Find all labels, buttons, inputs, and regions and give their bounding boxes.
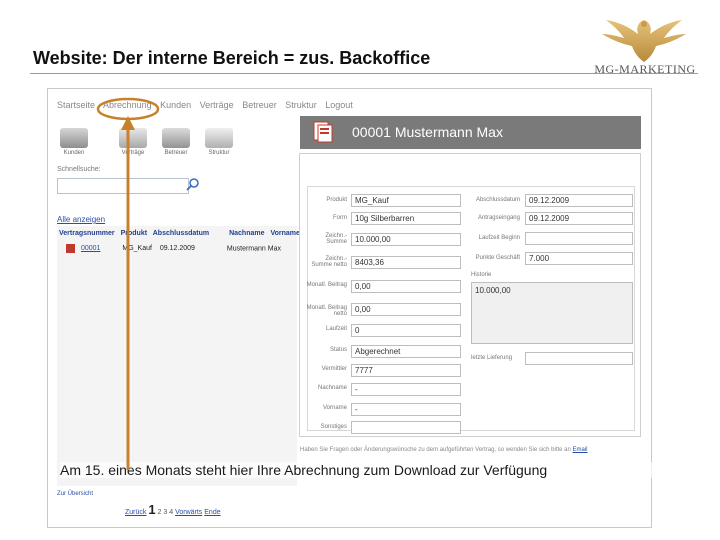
field-label: Monatl. Beitrag netto bbox=[306, 305, 347, 317]
toolbar-kunden-button[interactable]: Kunden bbox=[55, 128, 93, 158]
pager-next[interactable]: Vorwärts bbox=[175, 509, 202, 516]
nav-vertraege[interactable]: Verträge bbox=[200, 100, 234, 110]
field-value: 0,00 bbox=[351, 280, 461, 293]
nav-logout[interactable]: Logout bbox=[325, 100, 353, 110]
nav-struktur[interactable]: Struktur bbox=[285, 100, 317, 110]
field-label: Laufzeit bbox=[325, 326, 347, 332]
email-link[interactable]: Email bbox=[573, 447, 588, 453]
col-vorname[interactable]: Vorname bbox=[270, 230, 299, 237]
search-label: Schnellsuche: bbox=[57, 166, 101, 173]
field-value: - bbox=[351, 403, 461, 416]
field-label: Monatl. Beitrag bbox=[306, 282, 347, 288]
pager-pages[interactable]: 2 3 4 bbox=[158, 509, 174, 516]
pdf-icon bbox=[66, 244, 75, 253]
field-label: Nachname bbox=[317, 385, 347, 391]
show-all-link[interactable]: Alle anzeigen bbox=[57, 215, 105, 224]
toolbar-struktur-button[interactable]: Struktur bbox=[200, 128, 238, 158]
field-value bbox=[525, 232, 633, 245]
nav-startseite[interactable]: Startseite bbox=[57, 100, 95, 110]
field-value: MG_Kauf bbox=[351, 194, 461, 207]
slide-caption: Am 15. eines Monats steht hier Ihre Abre… bbox=[60, 462, 660, 478]
field-value: - bbox=[351, 383, 461, 396]
col-produkt[interactable]: Produkt bbox=[121, 230, 147, 237]
slide-title: Website: Der interne Bereich = zus. Back… bbox=[33, 48, 431, 68]
pagination: Zurück 1 2 3 4 Vorwärts Ende bbox=[125, 502, 221, 517]
field-value: 0,00 bbox=[351, 303, 461, 316]
field-value: 09.12.2009 bbox=[525, 212, 633, 225]
field-label: Antragseingang bbox=[477, 215, 520, 221]
field-label: Status bbox=[329, 347, 347, 353]
contract-date: 09.12.2009 bbox=[159, 245, 195, 253]
history-label: Historie bbox=[471, 272, 492, 278]
detail-title: 00001 Mustermann Max bbox=[352, 124, 503, 140]
field-label: Produkt bbox=[326, 197, 347, 203]
history-box: 10.000,00 bbox=[471, 282, 633, 344]
field-label: Vermittler bbox=[321, 366, 347, 372]
nav-betreuer[interactable]: Betreuer bbox=[242, 100, 277, 110]
col-nachname[interactable]: Nachname bbox=[229, 230, 264, 237]
delivery-label: letzte Lieferung bbox=[471, 355, 513, 361]
col-vertragsnummer[interactable]: Vertragsnummer bbox=[59, 230, 115, 237]
field-label: Vorname bbox=[322, 405, 347, 411]
search-input[interactable] bbox=[57, 178, 189, 194]
delivery-field bbox=[525, 352, 633, 365]
table-row[interactable]: 00001 MG_Kauf 09.12.2009 Mustermann Max bbox=[66, 244, 281, 253]
field-label: Zeichn.-Summe netto bbox=[311, 256, 347, 268]
field-value: 7777 bbox=[351, 364, 461, 377]
field-label: Form bbox=[333, 215, 347, 221]
structure-icon bbox=[205, 128, 233, 148]
search-icon[interactable] bbox=[186, 177, 200, 191]
field-label: Zeichn.-Summe bbox=[325, 233, 347, 245]
nav-kunden[interactable]: Kunden bbox=[160, 100, 191, 110]
contract-product: MG_Kauf bbox=[122, 245, 152, 253]
logo-text: MG-MARKETING bbox=[594, 62, 696, 76]
contract-name: Mustermann Max bbox=[226, 245, 281, 253]
field-value: 8403,36 bbox=[351, 256, 461, 269]
field-value bbox=[351, 421, 461, 434]
contracts-icon bbox=[119, 128, 147, 148]
top-nav: Startseite Abrechnung Kunden Verträge Be… bbox=[57, 100, 359, 110]
contact-hint-text: Haben Sie Fragen oder Änderungswünsche z… bbox=[300, 447, 571, 453]
customers-icon bbox=[60, 128, 88, 148]
contact-hint: Haben Sie Fragen oder Änderungswünsche z… bbox=[300, 447, 588, 453]
col-abschlussdatum[interactable]: Abschlussdatum bbox=[153, 230, 209, 237]
toolbar-vertraege-button[interactable]: Verträge bbox=[114, 128, 152, 158]
field-value: 10g Silberbarren bbox=[351, 212, 461, 225]
contract-number[interactable]: 00001 bbox=[81, 245, 100, 252]
advisor-icon bbox=[162, 128, 190, 148]
pager-end[interactable]: Ende bbox=[204, 509, 220, 516]
field-value: 10.000,00 bbox=[351, 233, 461, 246]
pager-current: 1 bbox=[148, 502, 156, 517]
field-value: 7.000 bbox=[525, 252, 633, 265]
contract-table-header: Vertragsnummer Produkt Abschlussdatum Na… bbox=[59, 230, 304, 237]
field-label: Sonstiges bbox=[320, 424, 347, 430]
field-value: 0 bbox=[351, 324, 461, 337]
overview-link[interactable]: Zur Übersicht bbox=[57, 491, 93, 497]
nav-abrechnung[interactable]: Abrechnung bbox=[103, 100, 152, 110]
toolbar-betreuer-button[interactable]: Betreuer bbox=[157, 128, 195, 158]
field-value: 09.12.2009 bbox=[525, 194, 633, 207]
field-label: Laufzeit Beginn bbox=[478, 235, 520, 241]
document-icon bbox=[313, 121, 333, 143]
field-value: Abgerechnet bbox=[351, 345, 461, 358]
contract-list bbox=[57, 226, 297, 486]
pager-prev[interactable]: Zurück bbox=[125, 509, 146, 516]
field-label: Abschlussdatum bbox=[475, 197, 520, 203]
field-label: Punkte Geschäft bbox=[475, 255, 520, 261]
